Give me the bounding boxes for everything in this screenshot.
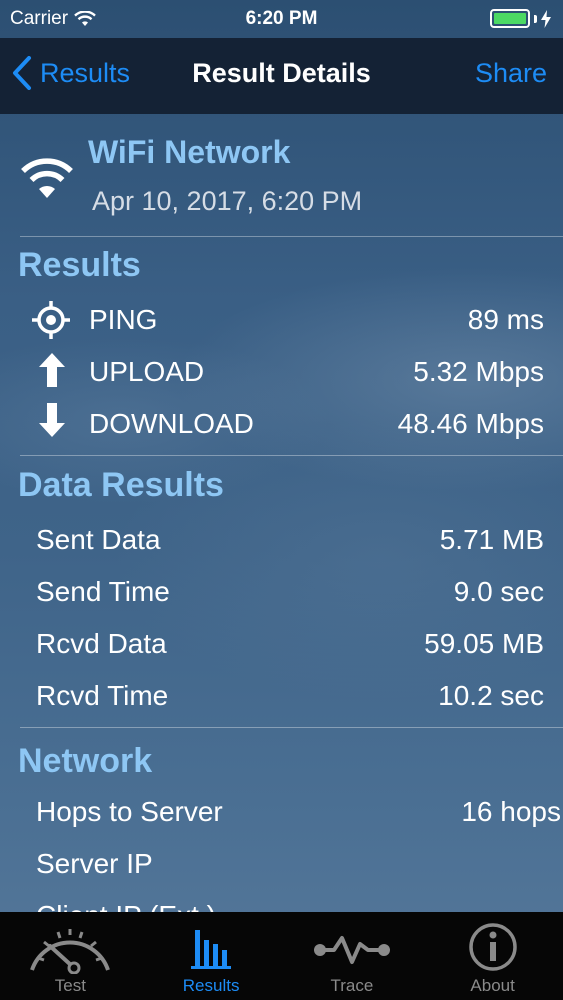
trace-icon <box>313 936 390 964</box>
network-name: WiFi Network <box>88 134 291 170</box>
tab-label-trace: Trace <box>330 976 374 995</box>
rcvd-data-label: Rcvd Data <box>36 628 167 659</box>
upload-value: 5.32 Mbps <box>413 356 544 387</box>
tab-about[interactable]: About <box>422 912 563 1000</box>
battery-icon <box>490 9 530 28</box>
download-arrow-icon <box>39 403 65 437</box>
section-title-results: Results <box>18 246 141 284</box>
upload-arrow-icon <box>39 353 65 387</box>
network-row-hops: Hops to Server 16 hops <box>0 786 563 838</box>
tab-label-about: About <box>470 976 515 995</box>
rcvd-time-label: Rcvd Time <box>36 680 169 711</box>
status-time: 6:20 PM <box>245 8 318 29</box>
result-row-ping: PING 89 ms <box>0 294 563 346</box>
share-button[interactable]: Share <box>475 58 547 89</box>
send-time-label: Send Time <box>36 576 170 607</box>
tab-test[interactable]: Test <box>0 912 141 1000</box>
section-title-network: Network <box>18 742 153 780</box>
download-value: 48.46 Mbps <box>397 408 544 439</box>
tab-label-results: Results <box>182 976 240 995</box>
ping-label: PING <box>89 304 158 335</box>
server-ip-label: Server IP <box>36 848 153 879</box>
bar-chart-icon <box>191 930 232 969</box>
info-icon <box>468 923 517 971</box>
download-label: DOWNLOAD <box>89 408 254 439</box>
result-row-download: DOWNLOAD 48.46 Mbps <box>0 398 563 450</box>
divider <box>20 236 563 237</box>
tab-trace[interactable]: Trace <box>282 912 423 1000</box>
send-time-value: 9.0 sec <box>453 576 544 607</box>
tab-bar: Test Results Trace About <box>0 912 563 1000</box>
crosshair-icon <box>32 301 70 339</box>
data-row-rcvd-time: Rcvd Time 10.2 sec <box>0 670 563 722</box>
network-row-client-ip: Client IP (Ext.) <box>0 890 563 912</box>
divider <box>20 727 563 728</box>
status-bar: Carrier 6:20 PM <box>0 0 563 38</box>
wifi-icon <box>21 158 73 198</box>
sent-data-value: 5.71 MB <box>439 524 544 555</box>
data-row-send-time: Send Time 9.0 sec <box>0 566 563 618</box>
rcvd-time-value: 10.2 sec <box>438 680 544 711</box>
data-row-sent-data: Sent Data 5.71 MB <box>0 514 563 566</box>
battery-indicator <box>490 9 551 28</box>
rcvd-data-value: 59.05 MB <box>424 628 544 659</box>
speedometer-icon <box>30 929 111 974</box>
charging-bolt-icon <box>541 9 551 28</box>
ping-value: 89 ms <box>467 304 544 335</box>
tab-label-test: Test <box>54 976 86 995</box>
navigation-bar: Results Result Details Share <box>0 38 563 114</box>
data-row-rcvd-data: Rcvd Data 59.05 MB <box>0 618 563 670</box>
upload-label: UPLOAD <box>89 356 205 387</box>
tab-results[interactable]: Results <box>141 912 282 1000</box>
screen: Carrier 6:20 PM Results Result Details S… <box>0 0 563 1000</box>
client-ip-label: Client IP (Ext.) <box>36 900 216 912</box>
battery-tip <box>534 14 537 23</box>
hops-label: Hops to Server <box>36 796 223 827</box>
sent-data-label: Sent Data <box>36 524 161 555</box>
result-row-upload: UPLOAD 5.32 Mbps <box>0 346 563 398</box>
result-details-content[interactable]: WiFi Network Apr 10, 2017, 6:20 PM Resul… <box>0 114 563 912</box>
network-row-server-ip: Server IP <box>0 838 563 890</box>
section-title-data-results: Data Results <box>18 466 224 504</box>
hops-value: 16 hops <box>461 796 561 827</box>
network-date: Apr 10, 2017, 6:20 PM <box>92 186 363 216</box>
battery-fill <box>494 13 526 24</box>
network-header: WiFi Network Apr 10, 2017, 6:20 PM <box>0 114 563 236</box>
divider <box>20 455 563 456</box>
